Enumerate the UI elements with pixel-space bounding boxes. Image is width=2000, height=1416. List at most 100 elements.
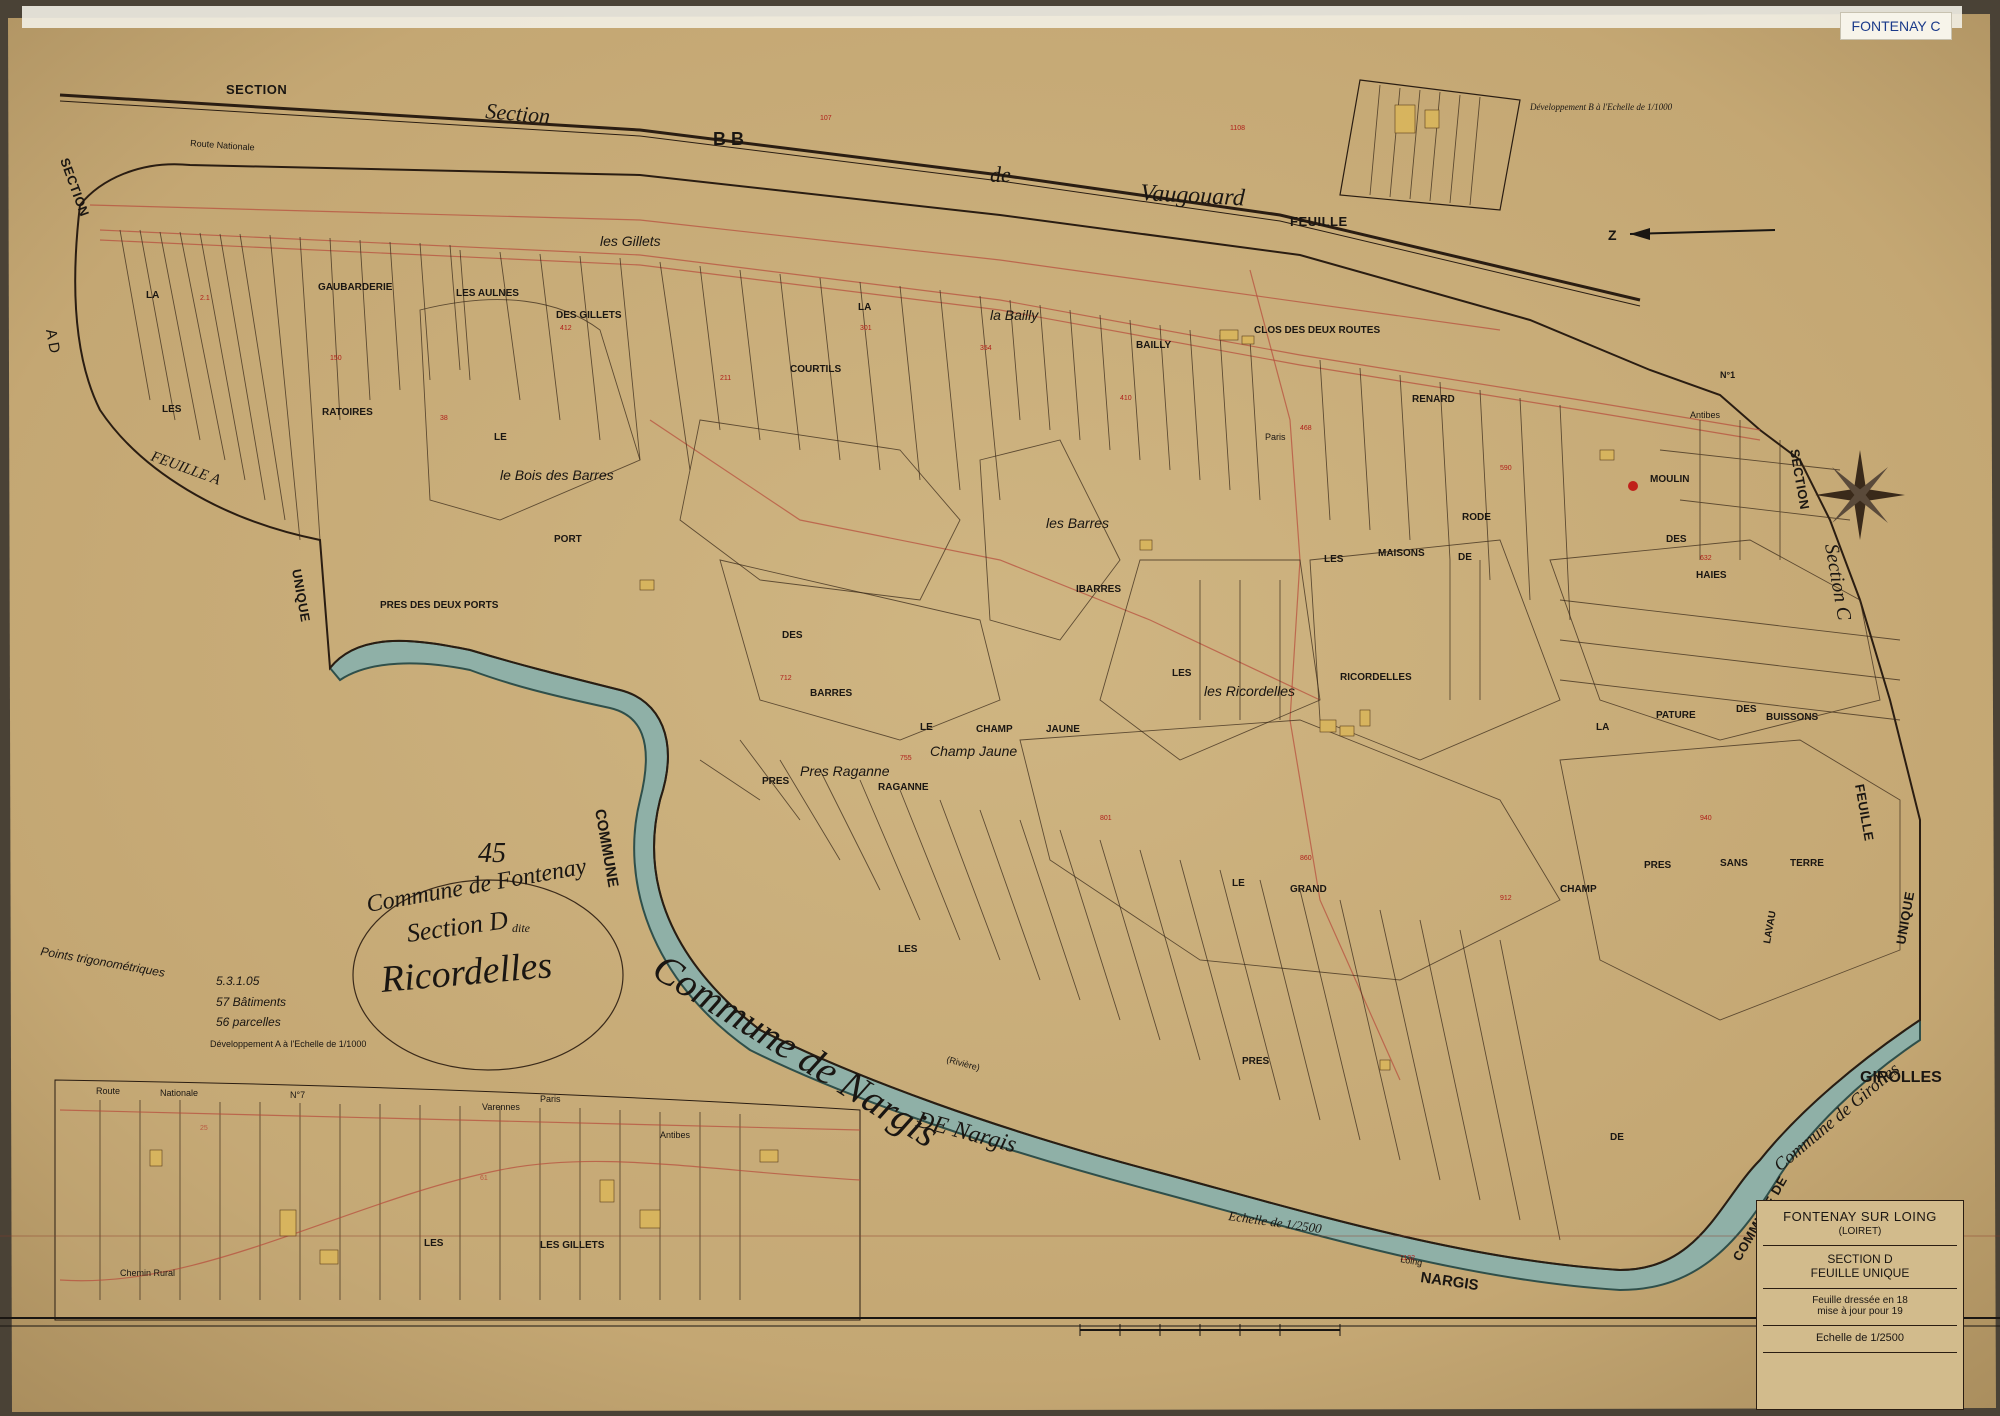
title-section: SECTION D: [1827, 1252, 1893, 1266]
place-name: DE: [1458, 552, 1472, 563]
place-name: DES: [782, 630, 803, 641]
place-name: BUISSONS: [1766, 712, 1819, 723]
svg-text:1108: 1108: [1230, 125, 1245, 132]
place-name: CHAMP: [1560, 884, 1597, 895]
svg-text:755: 755: [900, 755, 912, 762]
place-name: LES GILLETS: [540, 1240, 605, 1251]
place-name: LE: [494, 432, 507, 443]
place-name: LE: [920, 722, 933, 733]
place-name: PRES: [762, 776, 790, 787]
script-name: Champ Jaune: [930, 743, 1017, 759]
place-name: RODE: [1462, 512, 1491, 523]
development-b-note: Développement B à l'Echelle de 1/1000: [1529, 102, 1673, 112]
label-top-feuille: FEUILLE: [1290, 214, 1348, 229]
margin-note: 5.3.1.05: [216, 974, 260, 988]
label-top-vaugouard: Vaugouard: [1140, 180, 1247, 211]
place-name: LES: [162, 404, 182, 415]
inset-development-a: [54, 1079, 861, 1321]
label-top-de: de: [990, 162, 1011, 187]
place-name: LA: [146, 290, 159, 301]
svg-text:632: 632: [1700, 555, 1712, 562]
place-name: DE: [1610, 1132, 1624, 1143]
road-label-nationale-bottom: Nationale: [160, 1088, 198, 1098]
place-name: LA: [858, 302, 871, 313]
place-name: GRAND: [1290, 884, 1327, 895]
svg-text:2.1: 2.1: [200, 295, 210, 302]
road-label-varennes: Varennes: [482, 1102, 520, 1112]
place-name: PATURE: [1656, 710, 1696, 721]
title-block: FONTENAY SUR LOING (LOIRET) SECTION D FE…: [1756, 1200, 1964, 1410]
svg-text:912: 912: [1500, 895, 1512, 902]
place-name: LES: [1324, 554, 1344, 565]
corner-tag: FONTENAY C: [1840, 12, 1952, 40]
place-name: LES: [1172, 668, 1192, 679]
script-name: les Barres: [1046, 515, 1109, 531]
svg-text:107: 107: [820, 115, 832, 122]
road-label-antibes: Antibes: [1690, 410, 1721, 420]
place-name: RICORDELLES: [1340, 672, 1412, 683]
development-a-note: Développement A à l'Echelle de 1/1000: [210, 1039, 366, 1049]
script-name: les Ricordelles: [1204, 683, 1295, 699]
place-name: PRES DES DEUX PORTS: [380, 600, 499, 611]
place-name: CHAMP: [976, 724, 1013, 735]
place-name: RATOIRES: [322, 407, 373, 418]
svg-text:412: 412: [560, 325, 572, 332]
svg-text:940: 940: [1700, 815, 1712, 822]
svg-text:590: 590: [1500, 465, 1512, 472]
cartouche-dite: dite: [512, 921, 531, 935]
place-name: LES: [424, 1238, 444, 1249]
place-name: SANS: [1720, 858, 1748, 869]
svg-text:354: 354: [980, 345, 992, 352]
place-name: PORT: [554, 534, 582, 545]
svg-text:211: 211: [720, 375, 731, 382]
title-updated: mise à jour pour 19: [1817, 1306, 1903, 1317]
title-dept: (LOIRET): [1838, 1226, 1882, 1237]
margin-note: 56 parcelles: [216, 1015, 281, 1029]
script-name: la Bailly: [990, 307, 1039, 323]
place-name: DES: [1736, 704, 1757, 715]
place-name: DES: [1666, 534, 1687, 545]
place-name: TERRE: [1790, 858, 1824, 869]
place-name: LES AULNES: [456, 288, 519, 299]
place-name: PRES: [1242, 1056, 1270, 1067]
place-name: DES GILLETS: [556, 310, 622, 321]
place-name: RENARD: [1412, 394, 1455, 405]
place-name: CLOS DES DEUX ROUTES: [1254, 325, 1380, 336]
svg-text:410: 410: [1120, 395, 1132, 402]
road-label-paris-bottom: Paris: [540, 1094, 561, 1104]
title-scale: Echelle de 1/2500: [1815, 1332, 1905, 1344]
road-label-no1: N°1: [1720, 370, 1735, 380]
road-label-no7: N°7: [290, 1090, 305, 1100]
title-sheet: FEUILLE UNIQUE: [1810, 1266, 1910, 1280]
svg-text:301: 301: [860, 325, 872, 332]
place-name: COURTILS: [790, 364, 841, 375]
cadastral-map: 2.1 150 38 412 211 301 354 410 468 590 632 712…: [0, 0, 2000, 1416]
north-arrow-label: Z: [1608, 227, 1617, 243]
svg-text:712: 712: [780, 675, 792, 682]
script-name: Pres Raganne: [800, 763, 890, 779]
place-name: JAUNE: [1046, 724, 1080, 735]
place-name: LE: [1232, 878, 1245, 889]
place-name: RAGANNE: [878, 782, 929, 793]
place-name: MOULIN: [1650, 474, 1689, 485]
place-name: IBARRES: [1076, 584, 1121, 595]
svg-text:150: 150: [330, 355, 342, 362]
script-name: les Gillets: [600, 233, 661, 249]
place-name: PRES: [1644, 860, 1672, 871]
place-name: LES: [898, 944, 918, 955]
svg-text:468: 468: [1300, 425, 1312, 432]
title-commune: FONTENAY SUR LOING: [1783, 1209, 1937, 1224]
cartouche-number: 45: [478, 838, 506, 869]
road-label-chemin-rural: Chemin Rural: [120, 1268, 175, 1278]
place-name: BAILLY: [1136, 340, 1172, 351]
label-top-bb: B B: [713, 129, 744, 149]
script-name: le Bois des Barres: [500, 467, 614, 483]
top-tape: [22, 6, 1962, 28]
place-name: LA: [1596, 722, 1609, 733]
svg-text:801: 801: [1100, 815, 1112, 822]
place-name: HAIES: [1696, 570, 1727, 581]
svg-text:38: 38: [440, 415, 448, 422]
moulin-marker: [1628, 481, 1638, 491]
margin-note: 57 Bâtiments: [216, 995, 286, 1009]
place-name: BARRES: [810, 688, 853, 699]
